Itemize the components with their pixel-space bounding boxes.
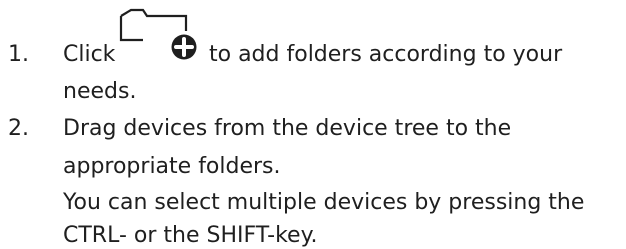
step-text: Drag devices from the device tree to the [63, 116, 512, 141]
step-text: needs. [63, 79, 137, 104]
add-folder-icon [119, 8, 197, 60]
step-number: 1. [8, 42, 29, 67]
step-number: 2. [8, 116, 29, 141]
step-text: appropriate folders. [63, 154, 281, 179]
step-text: CTRL- or the SHIFT-key. [63, 223, 318, 248]
step-text: Click [63, 42, 116, 67]
step-text: to add folders according to your [209, 42, 563, 67]
step-text: You can select multiple devices by press… [63, 190, 585, 215]
